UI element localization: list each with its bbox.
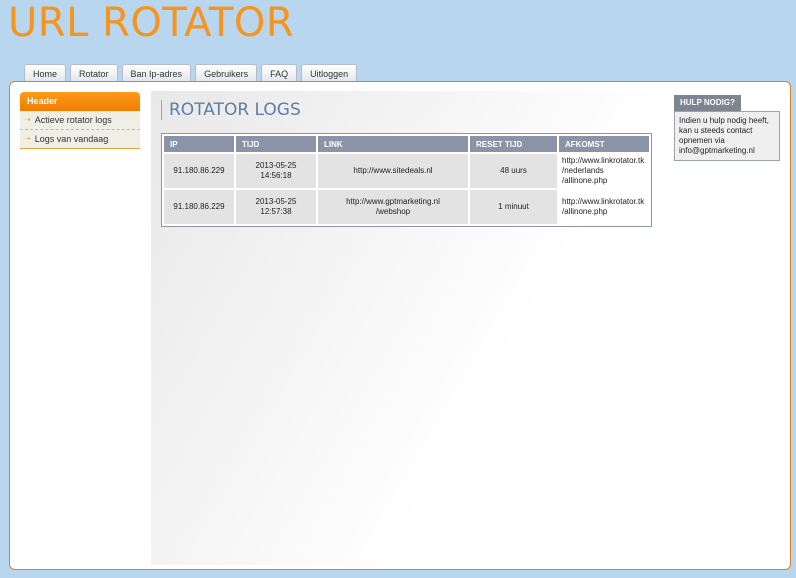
help-title: HULP NODIG? [674,95,741,111]
sidebar-item-label: Actieve rotator logs [34,115,112,125]
cell-afkomst: http://www.linkrotator.tk /nederlands /a… [559,154,649,188]
main-frame: Header ➝ Actieve rotator logs ➝ Logs van… [9,81,791,570]
cell-link-text: /webshop [375,207,411,216]
cell-link: http://www.sitedeals.nl [318,154,468,188]
sidebar-item-actieve-logs[interactable]: ➝ Actieve rotator logs [20,111,140,130]
page-title: ROTATOR LOGS [161,100,301,120]
cell-afkomst-line: http://www.linkrotator.tk [562,156,645,165]
cell-time: 14:56:18 [260,171,292,180]
cell-afkomst-line: /allinone.php [562,176,608,185]
sidebar-item-logs-vandaag[interactable]: ➝ Logs van vandaag [20,130,140,149]
arrow-right-icon: ➝ [24,115,31,124]
cell-tijd: 2013-05-25 14:56:18 [236,154,316,188]
table-row: 91.180.86.229 2013-05-25 14:56:18 http:/… [164,154,649,188]
table-header-row: IP TIJD LINK RESET TIJD AFKOMST [164,136,649,152]
sidebar-header: Header [20,92,140,111]
logs-table: IP TIJD LINK RESET TIJD AFKOMST 91.180.8… [161,133,652,227]
column-header-tijd: TIJD [236,136,316,152]
cell-reset-tijd: 48 uurs [470,154,557,188]
column-header-reset-tijd: RESET TIJD [470,136,557,152]
cell-link-text: http://www.sitedeals.nl [353,166,433,175]
content-area: ROTATOR LOGS IP TIJD LINK RESET TIJD AFK… [151,91,663,565]
sidebar-item-label: Logs van vandaag [34,134,109,144]
cell-date: 2013-05-25 [255,161,297,170]
cell-afkomst-line: /nederlands [562,166,604,175]
column-header-afkomst: AFKOMST [559,136,649,152]
cell-reset-tijd: 1 minuut [470,190,557,224]
cell-ip: 91.180.86.229 [164,190,234,224]
cell-afkomst-line: http://www.linkrotator.tk [562,197,645,206]
cell-ip: 91.180.86.229 [164,154,234,188]
sidebar: Header ➝ Actieve rotator logs ➝ Logs van… [20,92,140,149]
cell-time: 12:57:38 [260,207,292,216]
column-header-ip: IP [164,136,234,152]
cell-link-text: http://www.gptmarketing.nl [346,197,440,206]
cell-afkomst: http://www.linkrotator.tk /allinone.php [559,190,649,224]
cell-link: http://www.gptmarketing.nl /webshop [318,190,468,224]
help-text: Indien u hulp nodig heeft, kan u steeds … [674,111,780,161]
app-title: URL ROTATOR [8,0,295,46]
table-row: 91.180.86.229 2013-05-25 12:57:38 http:/… [164,190,649,224]
cell-tijd: 2013-05-25 12:57:38 [236,190,316,224]
cell-date: 2013-05-25 [255,197,297,206]
column-header-link: LINK [318,136,468,152]
cell-afkomst-line: /allinone.php [562,207,608,216]
arrow-right-icon: ➝ [24,134,31,143]
help-box: HULP NODIG? Indien u hulp nodig heeft, k… [674,92,780,161]
